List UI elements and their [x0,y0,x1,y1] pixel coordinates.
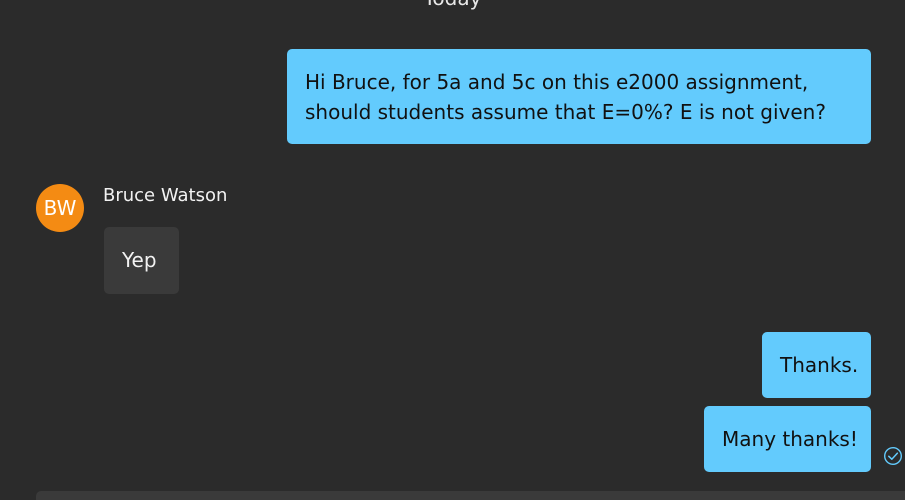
message-text: Hi Bruce, for 5a and 5c on this e2000 as… [305,70,826,124]
date-divider: Today [0,0,905,10]
chat-conversation: Today Hi Bruce, for 5a and 5c on this e2… [0,0,905,500]
message-text: Yep [122,248,157,272]
incoming-message-bubble[interactable]: Yep [104,227,179,294]
outgoing-message-bubble[interactable]: Many thanks! [704,406,871,472]
message-text: Thanks. [780,353,859,377]
sender-name: Bruce Watson [103,185,228,206]
compose-bar[interactable] [36,491,905,500]
avatar-initials: BW [43,196,77,220]
avatar[interactable]: BW [36,184,84,232]
outgoing-message-bubble[interactable]: Thanks. [762,332,871,398]
outgoing-message-bubble[interactable]: Hi Bruce, for 5a and 5c on this e2000 as… [287,49,871,144]
read-receipt-check-icon [883,446,903,466]
message-text: Many thanks! [722,427,858,451]
